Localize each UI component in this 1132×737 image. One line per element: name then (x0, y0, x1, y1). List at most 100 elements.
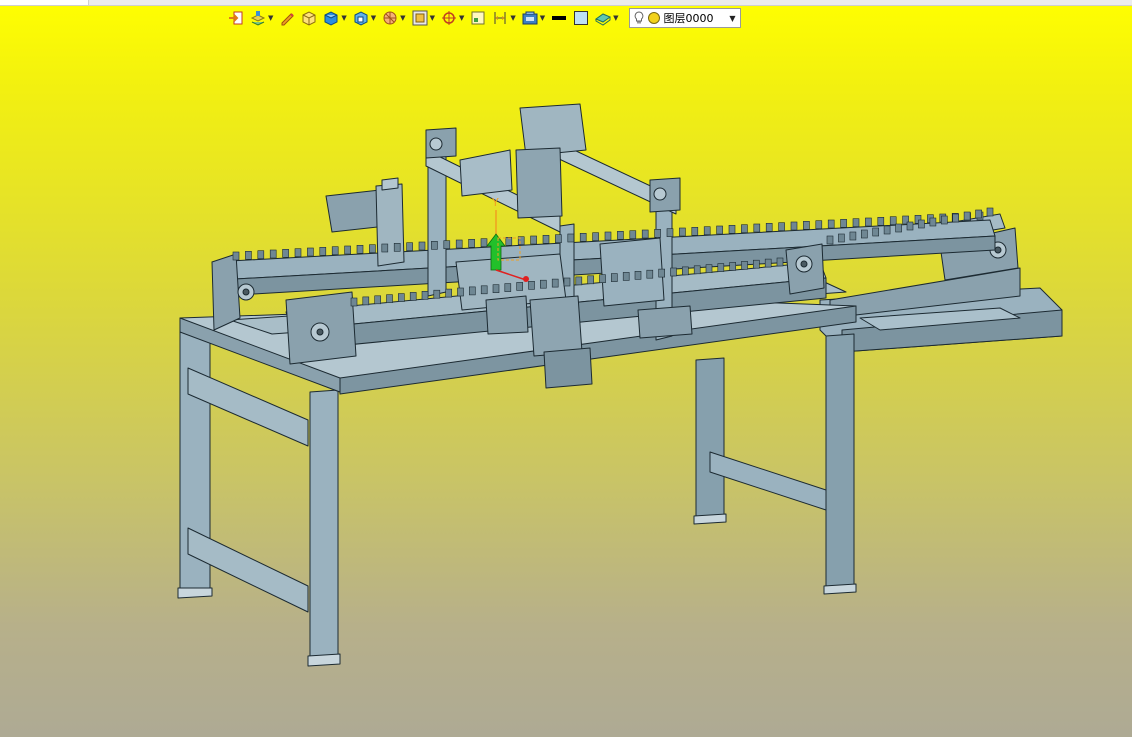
roller-tooth (409, 292, 417, 301)
chevron-down-icon[interactable]: ▼ (371, 14, 376, 22)
roller-tooth (492, 284, 500, 294)
roller-tooth (468, 286, 476, 296)
chevron-down-icon[interactable]: ▼ (430, 14, 435, 22)
roller-tooth (393, 243, 401, 252)
roller-tooth (622, 272, 630, 281)
roller-tooth (872, 227, 880, 237)
roller-tooth (555, 234, 562, 243)
solid-shading-icon (324, 11, 338, 26)
roller-tooth (610, 273, 618, 282)
roller-tooth (282, 249, 289, 258)
chevron-down-icon[interactable]: ▼ (341, 14, 346, 22)
roller-tooth (592, 232, 599, 241)
roller-tooth (929, 217, 937, 227)
roller-tooth (906, 221, 914, 231)
roller-tooth (654, 229, 661, 238)
import-button[interactable] (228, 8, 244, 28)
wireframe-shading-button[interactable]: ▼ (353, 8, 376, 28)
view-toolbar: ▼ ▼ ▼ ▼ ▼ ▼ ▼ ▼ ▼ 图层0000 ▼ (228, 7, 741, 29)
roller-tooth (716, 225, 723, 235)
pen-button[interactable] (279, 8, 295, 28)
line-style-button[interactable] (551, 8, 567, 28)
line-style-icon (552, 16, 567, 20)
roller-tooth (815, 220, 823, 229)
roller-tooth (883, 225, 891, 235)
roller-tooth (269, 249, 277, 259)
roller-tooth (975, 209, 982, 219)
chevron-down-icon[interactable]: ▼ (510, 14, 515, 22)
roller-tooth (397, 293, 405, 302)
roller-tooth (563, 277, 571, 287)
roller-tooth (445, 288, 453, 298)
snap-button[interactable]: ▼ (441, 8, 464, 28)
roller-tooth (319, 247, 327, 256)
roller-tooth (703, 226, 711, 235)
roller-tooth (827, 219, 835, 229)
y-axis-label: Y (491, 196, 499, 209)
roller-tooth (455, 239, 463, 249)
import-icon (229, 11, 243, 25)
view-fit-button[interactable]: ▼ (412, 8, 435, 28)
pen-icon (281, 13, 295, 26)
roller-tooth (480, 285, 488, 295)
color-swatch-button[interactable] (573, 8, 589, 28)
roller-tooth (670, 267, 677, 277)
chevron-down-icon[interactable]: ▼ (400, 14, 405, 22)
roller-tooth (641, 229, 649, 239)
roller-tooth (889, 216, 897, 225)
layers-stack-icon (250, 11, 266, 26)
3d-viewport[interactable]: Y (0, 30, 1132, 737)
roller-tooth (963, 211, 971, 221)
roller-tooth (803, 221, 810, 230)
roller-tooth (433, 289, 441, 299)
roller-tooth (729, 262, 737, 271)
window-top-edge (0, 0, 1132, 6)
roller-tooth (307, 247, 314, 257)
chevron-down-icon[interactable]: ▼ (268, 14, 273, 22)
roller-tooth (765, 223, 773, 232)
roller-tooth (245, 251, 252, 260)
roller-tooth (516, 282, 524, 291)
chevron-down-icon[interactable]: ▼ (540, 14, 545, 22)
roller-tooth (386, 294, 393, 304)
layers-button[interactable]: ▼ (250, 8, 273, 28)
roller-tooth (693, 265, 701, 275)
layer-color-dot[interactable] (647, 11, 661, 25)
table-legs-back (693, 333, 857, 595)
roller-tooth (504, 283, 512, 292)
layer-selector[interactable]: 图层0000 ▼ (628, 8, 741, 28)
roller-tooth (350, 297, 358, 307)
face-button[interactable] (301, 8, 317, 28)
roller-tooth (705, 264, 713, 274)
roller-tooth (604, 231, 612, 241)
display-filter-button[interactable]: ▼ (522, 8, 545, 28)
roller-tooth (776, 257, 784, 267)
plane-button[interactable]: ▼ (595, 8, 619, 28)
document-tab-edge[interactable] (0, 0, 89, 5)
chevron-down-icon[interactable]: ▼ (729, 14, 735, 23)
roller-tooth (691, 227, 699, 236)
roller-tooth (443, 240, 451, 249)
roller-tooth (753, 223, 761, 233)
layer-name: 图层0000 (663, 12, 714, 25)
roller-tooth (369, 244, 376, 253)
color-swatch-icon (574, 11, 589, 25)
roller-tooth (918, 219, 925, 229)
roller-tooth (752, 259, 760, 269)
section-view-button[interactable]: ▼ (382, 8, 406, 28)
roller-tooth (431, 241, 438, 250)
solid-shading-button[interactable]: ▼ (323, 8, 347, 28)
roller-tooth (331, 246, 339, 255)
window-zoom-button[interactable] (470, 8, 486, 28)
roller-tooth (838, 233, 845, 243)
roller-tooth (579, 233, 587, 242)
roller-tooth (362, 296, 370, 306)
machine-frame-model[interactable]: Y (0, 30, 1132, 737)
chevron-down-icon[interactable]: ▼ (459, 14, 464, 22)
chevron-down-icon[interactable]: ▼ (613, 14, 618, 22)
dimension-button[interactable]: ▼ (492, 8, 516, 28)
roller-tooth (681, 266, 689, 276)
lightbulb-icon[interactable] (634, 11, 644, 25)
roller-tooth (406, 242, 413, 251)
roller-tooth (356, 245, 364, 254)
